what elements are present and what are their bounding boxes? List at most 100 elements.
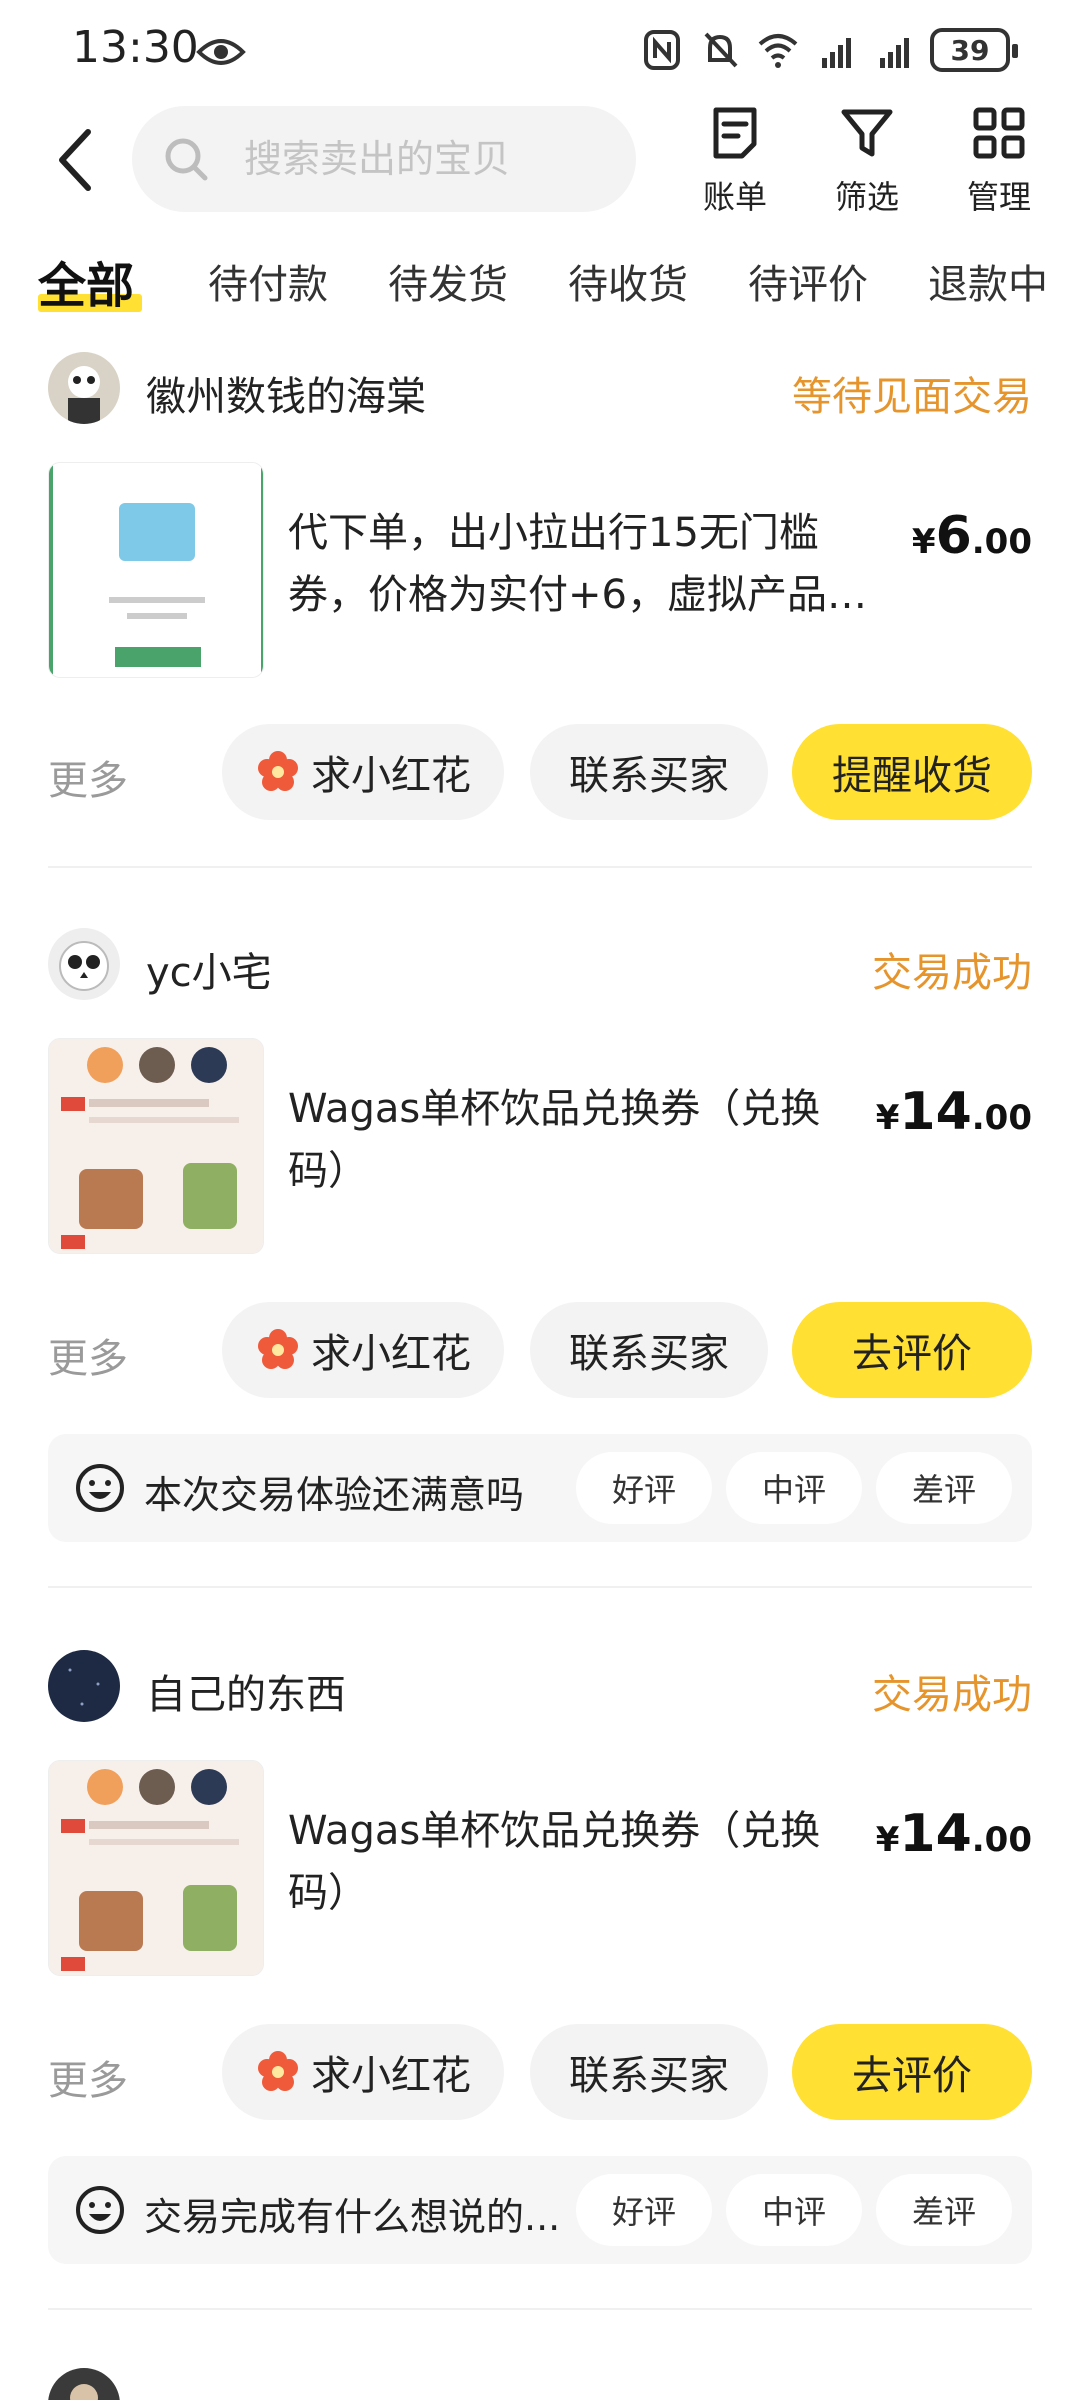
seller-row[interactable]: 自己的东西 交易成功 — [48, 1650, 1032, 1730]
filter-button[interactable]: 筛选 — [812, 104, 922, 222]
price-symbol: ¥ — [875, 1820, 900, 1860]
avatar-partial[interactable] — [48, 2368, 120, 2400]
avatar[interactable] — [48, 928, 120, 1000]
signal-5g-icon-2 — [880, 38, 909, 68]
divider — [48, 866, 1032, 868]
good-review-button[interactable]: 好评 — [576, 1452, 712, 1524]
eye-icon — [196, 39, 246, 65]
manage-label: 管理 — [966, 178, 1031, 216]
remind-receipt-label: 提醒收货 — [832, 753, 992, 799]
tab-pending-receipt[interactable]: 待收货 — [568, 252, 688, 310]
order-actions: 更多 求小红花 联系买家 去评价 — [48, 2024, 1032, 2120]
contact-buyer-label: 联系买家 — [569, 753, 729, 799]
contact-buyer-button[interactable]: 联系买家 — [530, 1302, 768, 1398]
search-icon — [165, 138, 208, 181]
more-button[interactable]: 更多 — [48, 1326, 128, 1384]
contact-buyer-label: 联系买家 — [569, 1331, 729, 1377]
order-actions: 更多 求小红花 联系买家 提醒收货 — [48, 724, 1032, 820]
order-card[interactable]: 徽州数钱的海棠 等待见面交易 代下单，出小拉出行15无门槛券，价格为实付+6，虚… — [48, 352, 1032, 832]
bill-icon — [713, 107, 757, 159]
signal-5g-icon — [822, 38, 851, 68]
search-bar[interactable] — [132, 106, 636, 212]
tab-pending-review[interactable]: 待评价 — [748, 252, 868, 310]
review-question: 本次交易体验还满意吗 — [144, 1473, 525, 1517]
battery-indicator: 39 — [930, 28, 1018, 72]
ask-flower-button[interactable]: 求小红花 — [222, 724, 504, 820]
flower-icon — [258, 751, 298, 791]
grid-icon — [973, 107, 1025, 159]
back-icon[interactable] — [48, 120, 108, 200]
search-input[interactable] — [244, 137, 604, 181]
price-integer: 14 — [899, 1804, 972, 1864]
divider — [48, 1586, 1032, 1588]
review-label: 去评价 — [852, 1331, 972, 1377]
order-tabs: 全部 待付款 待发货 待收货 待评价 退款中 — [0, 240, 1080, 340]
price-decimal: .00 — [971, 1820, 1032, 1860]
smile-face-icon — [76, 2186, 124, 2234]
product-image[interactable] — [48, 1760, 264, 1976]
neutral-review-button[interactable]: 中评 — [726, 1452, 862, 1524]
seller-row[interactable]: yc小宅 交易成功 — [48, 928, 1032, 1008]
ask-flower-button[interactable]: 求小红花 — [222, 2024, 504, 2120]
flower-icon — [258, 1329, 298, 1369]
ask-flower-button[interactable]: 求小红花 — [222, 1302, 504, 1398]
more-button[interactable]: 更多 — [48, 2048, 128, 2106]
price-integer: 6 — [935, 506, 972, 566]
avatar[interactable] — [48, 352, 120, 424]
manage-button[interactable]: 管理 — [944, 104, 1054, 222]
tab-refunding[interactable]: 退款中 — [928, 252, 1048, 310]
review-button[interactable]: 去评价 — [792, 2024, 1032, 2120]
status-time: 13:30 — [72, 22, 199, 73]
nfc-icon — [644, 30, 680, 70]
more-button[interactable]: 更多 — [48, 748, 128, 806]
price: ¥14.00 — [876, 1804, 1032, 1864]
wifi-icon — [758, 34, 798, 68]
status-icons: 39 — [640, 22, 1018, 78]
seller-row[interactable]: 徽州数钱的海棠 等待见面交易 — [48, 352, 1032, 432]
seller-name: yc小宅 — [146, 950, 272, 996]
order-actions: 更多 求小红花 联系买家 去评价 — [48, 1302, 1032, 1398]
battery-level: 39 — [950, 33, 990, 67]
neutral-review-button[interactable]: 中评 — [726, 2174, 862, 2246]
seller-name: 自己的东西 — [146, 1672, 346, 1718]
bill-button[interactable]: 账单 — [680, 104, 790, 222]
review-prompt: 交易完成有什么想说的... 好评 中评 差评 — [48, 2156, 1032, 2264]
order-card[interactable]: 自己的东西 交易成功 Wagas单杯饮品兑换券（兑换码） ¥14.00 更多 求… — [48, 1650, 1032, 2270]
avatar[interactable] — [48, 1650, 120, 1722]
tab-pending-payment[interactable]: 待付款 — [208, 252, 328, 310]
order-status: 交易成功 — [872, 1672, 1032, 1718]
tab-all[interactable]: 全部 — [38, 246, 134, 316]
ask-flower-label: 求小红花 — [311, 2053, 471, 2099]
header: 账单 筛选 管理 — [0, 100, 1080, 220]
tab-pending-shipment[interactable]: 待发货 — [388, 252, 508, 310]
product-title[interactable]: Wagas单杯饮品兑换券（兑换码） — [288, 1078, 868, 1202]
contact-buyer-button[interactable]: 联系买家 — [530, 2024, 768, 2120]
price: ¥6.00 — [912, 506, 1032, 566]
product-image[interactable] — [48, 1038, 264, 1254]
product-title[interactable]: Wagas单杯饮品兑换券（兑换码） — [288, 1800, 868, 1924]
price-decimal: .00 — [971, 522, 1032, 562]
bad-review-button[interactable]: 差评 — [876, 1452, 1012, 1524]
order-card[interactable]: yc小宅 交易成功 Wagas单杯饮品兑换券（兑换码） ¥14.00 更多 求小… — [48, 928, 1032, 1548]
bill-label: 账单 — [702, 178, 767, 216]
ask-flower-label: 求小红花 — [311, 753, 471, 799]
order-status: 交易成功 — [872, 950, 1032, 996]
remind-receipt-button[interactable]: 提醒收货 — [792, 724, 1032, 820]
filter-label: 筛选 — [834, 178, 899, 216]
mute-bell-icon — [704, 32, 738, 68]
price-integer: 14 — [899, 1082, 972, 1142]
product-image[interactable] — [48, 462, 264, 678]
product-title[interactable]: 代下单，出小拉出行15无门槛券，价格为实付+6，虚拟产品… — [288, 502, 868, 626]
contact-buyer-button[interactable]: 联系买家 — [530, 724, 768, 820]
order-status: 等待见面交易 — [792, 374, 1032, 420]
status-bar: 13:30 39 — [0, 0, 1080, 100]
seller-name: 徽州数钱的海棠 — [146, 374, 426, 420]
review-prompt: 本次交易体验还满意吗 好评 中评 差评 — [48, 1434, 1032, 1542]
review-label: 去评价 — [852, 2053, 972, 2099]
price-symbol: ¥ — [911, 522, 936, 562]
bad-review-button[interactable]: 差评 — [876, 2174, 1012, 2246]
review-button[interactable]: 去评价 — [792, 1302, 1032, 1398]
smile-face-icon — [76, 1464, 124, 1512]
good-review-button[interactable]: 好评 — [576, 2174, 712, 2246]
ask-flower-label: 求小红花 — [311, 1331, 471, 1377]
